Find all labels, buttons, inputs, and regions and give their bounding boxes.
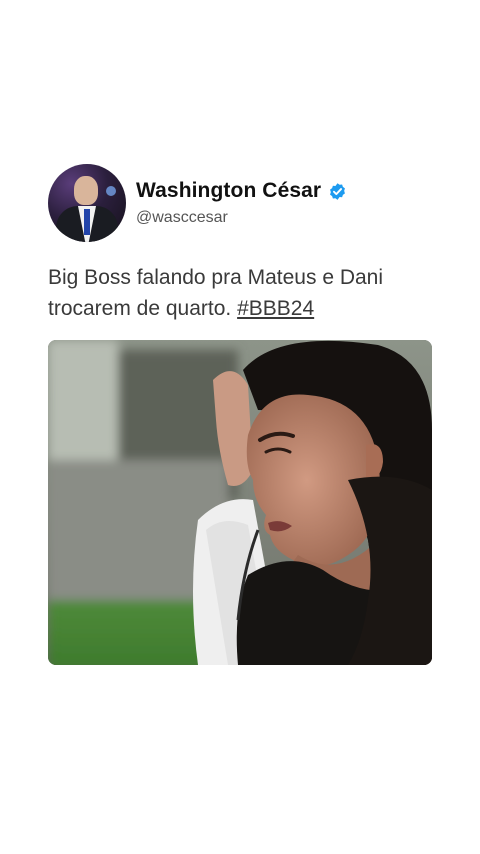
tweet-text: Big Boss falando pra Mateus e Dani troca… (48, 262, 432, 324)
name-row: Washington César (136, 179, 347, 203)
author-info: Washington César @wasccesar (136, 179, 347, 227)
media-image (48, 340, 432, 665)
hashtag-link[interactable]: #BBB24 (237, 297, 314, 320)
display-name[interactable]: Washington César (136, 179, 321, 203)
verified-badge-icon (328, 182, 347, 201)
tweet-text-main: Big Boss falando pra Mateus e Dani troca… (48, 266, 384, 320)
handle[interactable]: @wasccesar (136, 209, 347, 227)
tweet-media[interactable] (48, 340, 432, 665)
tweet-card: Washington César @wasccesar Big Boss fal… (48, 164, 432, 665)
tweet-header: Washington César @wasccesar (48, 164, 432, 242)
avatar[interactable] (48, 164, 126, 242)
